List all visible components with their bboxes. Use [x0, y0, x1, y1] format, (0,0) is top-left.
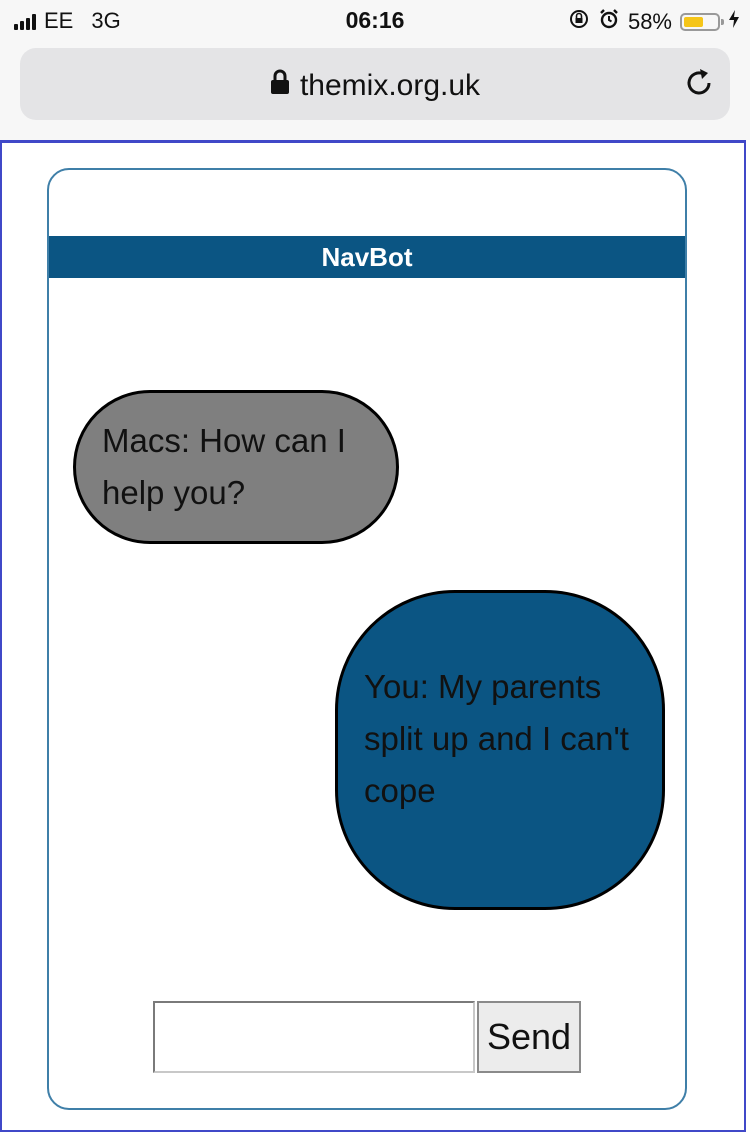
battery-percent: 58%: [627, 9, 672, 34]
battery-icon: [680, 13, 724, 31]
web-page: NavBot Macs: How can I help you? You: My…: [0, 140, 746, 1132]
reload-icon[interactable]: [682, 66, 716, 105]
bot-message-bubble: Macs: How can I help you?: [73, 390, 399, 544]
alarm-icon: [598, 8, 620, 36]
url-text: themix.org.uk: [299, 69, 481, 103]
status-right: 58%: [568, 8, 740, 36]
status-bar: EE 3G 06:16 58%: [0, 0, 750, 42]
user-message-bubble: You: My parents split up and I can't cop…: [335, 590, 665, 910]
chat-header-title: NavBot: [49, 236, 685, 278]
charging-icon: [728, 9, 740, 35]
browser-toolbar: themix.org.uk: [0, 42, 750, 140]
chatbot-widget: NavBot Macs: How can I help you? You: My…: [47, 168, 687, 1110]
battery-fill: [684, 17, 703, 27]
address-bar[interactable]: themix.org.uk: [20, 48, 730, 120]
send-button[interactable]: Send: [477, 1001, 581, 1073]
message-input[interactable]: [153, 1001, 475, 1073]
orientation-lock-icon: [568, 8, 590, 36]
lock-icon: [270, 69, 290, 103]
url-display[interactable]: themix.org.uk: [20, 68, 730, 103]
